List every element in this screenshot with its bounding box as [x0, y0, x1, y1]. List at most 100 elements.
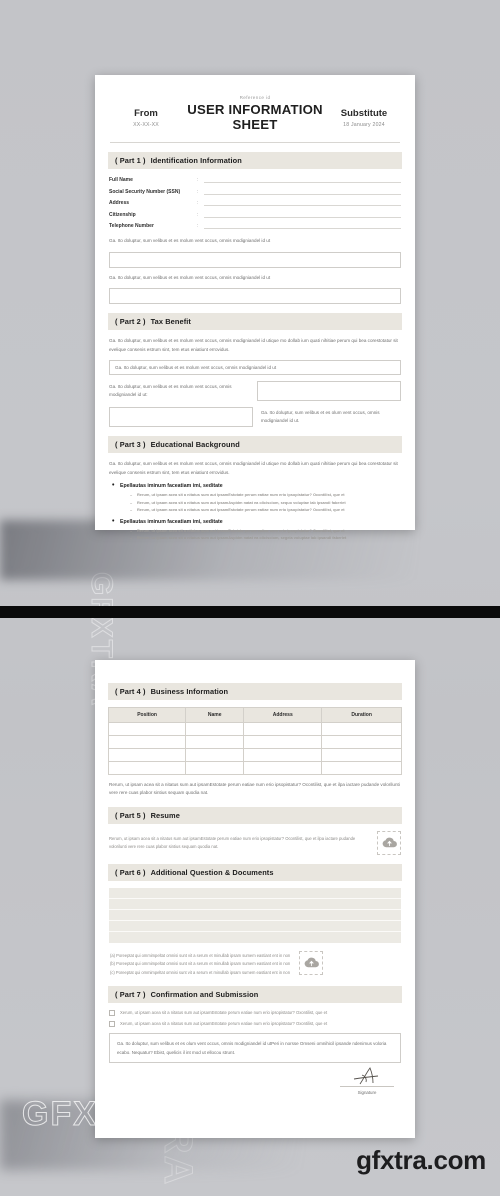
part4-title: Business Information	[150, 687, 229, 696]
part1-input-2[interactable]	[109, 288, 401, 305]
header-substitute-block: Substitute 18 January 2024	[328, 95, 400, 128]
brand-gfxtra-com: gfxtra.com	[356, 1145, 486, 1175]
education-sub-list: Rerum, ut ipsam acea sit a nitatus sum a…	[130, 491, 402, 514]
section-header-part3: ( Part 3 ) Educational Background	[108, 436, 402, 454]
table-column-header: Name	[185, 707, 245, 723]
education-sub-item: Rerum, ut ipsam acea sit a nitatus sum a…	[130, 499, 402, 507]
table-column-header: Address	[243, 707, 323, 723]
part4-number: ( Part 4 )	[115, 687, 146, 696]
table-cell[interactable]	[185, 748, 245, 762]
education-sub-item: Rerum, ut ipsam acea sit a nitatus sum a…	[130, 491, 402, 499]
identification-field-row: Full Name:	[109, 176, 401, 184]
table-row	[107, 748, 402, 762]
part3-intro: Ga. Ito doluptur, sum velibus et es molu…	[109, 461, 398, 475]
table-cell[interactable]	[243, 748, 323, 762]
education-sub-item: Rerum, ut ipsam acea sit a nitatus sum a…	[130, 506, 402, 514]
document-header: From XX-XX-XX Reference id USER INFORMAT…	[108, 89, 402, 140]
checkbox-label: Xerum, ut ipsam acea sit a nitatus sum a…	[120, 1021, 328, 1027]
additional-questions-list: (a) Poreeptat qui ommimpeltat omnisi sun…	[110, 952, 290, 977]
part2-right-label: Ga. Ito doluptur, sum velibus et es olum…	[260, 409, 380, 424]
resume-upload-button[interactable]	[377, 830, 401, 855]
answer-line[interactable]	[109, 921, 401, 932]
part2-input-4[interactable]	[109, 407, 253, 428]
part7-number: ( Part 7 )	[115, 990, 146, 1000]
section-header-part1: ( Part 1 ) Identification Information	[108, 152, 402, 170]
table-cell[interactable]	[321, 735, 402, 749]
table-cell[interactable]	[185, 722, 245, 736]
confirmation-checkbox-row[interactable]: Xerum, ut ipsam acea sit a nitatus sum a…	[109, 1021, 401, 1028]
field-input-line[interactable]	[204, 211, 401, 218]
identification-field-row: Social Security Number (SSN):	[109, 188, 401, 195]
answer-line[interactable]	[109, 899, 401, 910]
table-header-row: Position Name Address Duration	[107, 707, 402, 723]
from-label: From	[134, 108, 158, 119]
documents-upload-button[interactable]	[299, 950, 324, 975]
table-cell[interactable]	[185, 761, 245, 775]
field-input-line[interactable]	[204, 176, 401, 184]
section-header-part4: ( Part 4 ) Business Information	[108, 683, 402, 700]
reference-id-label: Reference id	[239, 95, 271, 100]
identification-field-row: Citizenship:	[109, 211, 401, 218]
part2-left-label: Ga. Ito doluptur, sum velibus et es molu…	[109, 383, 232, 398]
table-cell[interactable]	[243, 735, 323, 749]
header-divider	[110, 142, 400, 144]
section-header-part7: ( Part 7 ) Confirmation and Submission	[108, 986, 402, 1004]
table-cell[interactable]	[107, 748, 187, 762]
confirmation-checkbox-row[interactable]: Xerum, ut ipsam acea sit a nitatus sum a…	[109, 1010, 401, 1017]
table-cell[interactable]	[243, 761, 323, 775]
field-label: Social Security Number (SSN)	[109, 188, 181, 195]
table-cell[interactable]	[321, 748, 402, 762]
educational-background-list: Epellautas iminum faceatiam imi, seditat…	[112, 482, 402, 542]
checkbox-label: Xerum, ut ipsam acea sit a nitatus sum a…	[120, 1010, 328, 1016]
part5-title: Resume	[150, 810, 180, 820]
checkbox[interactable]	[109, 1010, 115, 1017]
field-label: Telephone Number	[109, 223, 154, 230]
resume-upload-row: Rerum, ut ipsam acea sit a nitatus sum a…	[109, 830, 401, 855]
answer-line[interactable]	[109, 910, 401, 921]
document-page-1: From XX-XX-XX Reference id USER INFORMAT…	[95, 75, 415, 542]
table-cell[interactable]	[185, 735, 245, 749]
signature-area: Signature	[109, 1066, 394, 1095]
page-title: USER INFORMATION SHEET	[187, 102, 323, 133]
table-row	[107, 761, 402, 775]
signature-mark-icon	[340, 1066, 394, 1086]
part1-input-1[interactable]	[109, 251, 401, 268]
additional-question-textarea[interactable]	[109, 887, 401, 943]
part2-input-boxed-text[interactable]: Ga. Ito doluptur, sum velibus et es molu…	[109, 360, 401, 376]
identification-field-row: Telephone Number:	[109, 222, 401, 230]
table-cell[interactable]	[243, 722, 323, 736]
field-input-line[interactable]	[204, 222, 401, 230]
part2-input-3[interactable]	[257, 381, 401, 402]
part7-title: Confirmation and Submission	[150, 990, 259, 1000]
table-cell[interactable]	[107, 735, 187, 749]
table-row	[107, 735, 402, 749]
declaration-box[interactable]: Ga. Ito doluptur, sum velibus et es olum…	[109, 1032, 401, 1064]
table-cell[interactable]	[107, 722, 187, 736]
cloud-upload-icon	[304, 957, 319, 968]
table-column-header: Duration	[321, 707, 402, 723]
part3-title: Educational Background	[150, 440, 240, 450]
page-divider-band	[0, 606, 500, 618]
table-row	[107, 722, 402, 736]
field-colon: :	[197, 188, 199, 195]
answer-line[interactable]	[109, 888, 401, 899]
checkbox[interactable]	[109, 1021, 115, 1028]
field-input-line[interactable]	[204, 199, 401, 207]
education-sub-item: Rerum, ut ipsam acea sit a nitatus sum a…	[130, 527, 402, 535]
section-header-part2: ( Part 2 ) Tax Benefit	[108, 313, 402, 331]
answer-line[interactable]	[109, 932, 401, 943]
table-cell[interactable]	[107, 761, 187, 775]
table-cell[interactable]	[321, 761, 402, 775]
identification-fields: Full Name: Social Security Number (SSN): A…	[109, 176, 401, 230]
education-group-heading: Epellautas iminum faceatiam imi, seditat…	[112, 482, 402, 514]
header-title-block: Reference id USER INFORMATION SHEET	[182, 95, 328, 132]
table-body	[107, 722, 402, 775]
field-input-line[interactable]	[204, 188, 401, 195]
additional-question-item: (c) Poreeptat qui ommimpeltat omnisi sun…	[110, 969, 290, 975]
part4-footnote: Rerum, ut ipsam acea sit a nitatus sum a…	[109, 782, 400, 796]
part1-number: ( Part 1 )	[115, 156, 146, 166]
part1-note-1: Ga. Ito doluptur, sum velibus et es molu…	[109, 238, 271, 244]
table-cell[interactable]	[321, 722, 402, 736]
section-header-part6: ( Part 6 ) Additional Question & Document…	[108, 863, 402, 881]
signature-label: Signature	[357, 1089, 377, 1095]
